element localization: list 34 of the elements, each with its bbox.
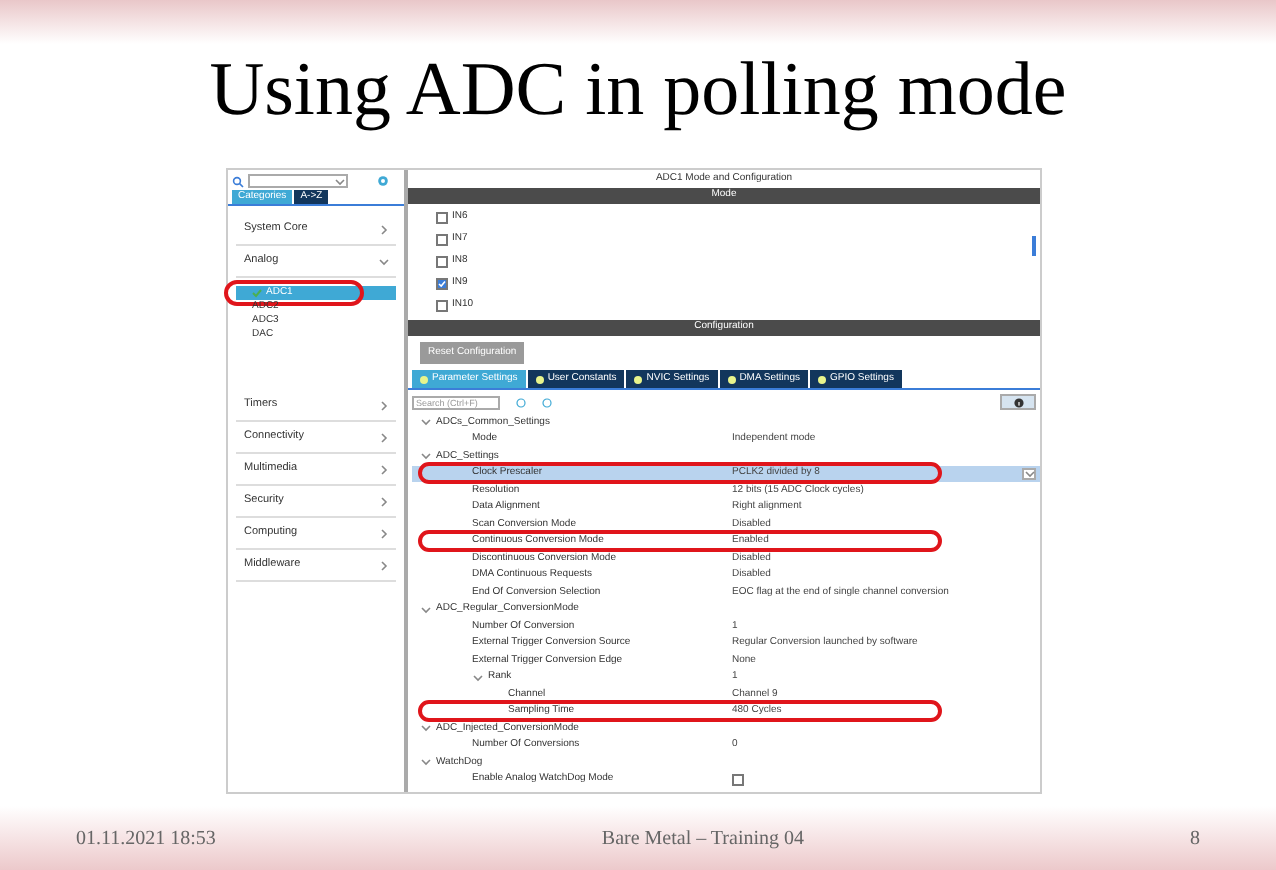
footer-title: Bare Metal – Training 04 xyxy=(601,825,805,853)
chevron-icon[interactable] xyxy=(378,431,390,443)
checkbox[interactable] xyxy=(436,211,448,223)
slide-title: Using ADC in polling mode xyxy=(209,46,1067,136)
dropdown-arrow-icon[interactable] xyxy=(1022,467,1036,480)
circle-icon[interactable] xyxy=(516,397,526,407)
scrollbar-thumb[interactable] xyxy=(1032,236,1036,256)
search-icon xyxy=(232,175,244,187)
chevron-icon[interactable] xyxy=(378,495,390,507)
info-icon xyxy=(1013,397,1023,407)
checkbox[interactable] xyxy=(436,299,448,311)
circle-icon[interactable] xyxy=(542,397,552,407)
gear-icon[interactable] xyxy=(376,174,390,188)
chevron-icon[interactable] xyxy=(378,527,390,539)
chevron-icon[interactable] xyxy=(378,463,390,475)
caret-icon[interactable] xyxy=(334,175,346,187)
chevron-icon[interactable] xyxy=(420,416,432,429)
info-button[interactable] xyxy=(1000,394,1036,410)
page-number: 8 xyxy=(1190,825,1200,853)
checkbox[interactable] xyxy=(436,255,448,267)
chevron-icon[interactable] xyxy=(472,671,484,684)
chevron-icon[interactable] xyxy=(378,255,390,267)
search-dropdown[interactable] xyxy=(248,174,348,188)
chevron-icon[interactable] xyxy=(420,722,432,735)
chevron-icon[interactable] xyxy=(378,223,390,235)
checkbox[interactable] xyxy=(732,773,744,786)
checkbox[interactable] xyxy=(436,277,448,289)
chevron-icon[interactable] xyxy=(420,756,432,769)
footer-date: 01.11.2021 18:53 xyxy=(76,825,216,853)
chevron-icon[interactable] xyxy=(420,450,432,463)
chevron-icon[interactable] xyxy=(420,603,432,616)
chevron-icon[interactable] xyxy=(378,559,390,571)
chevron-icon[interactable] xyxy=(378,399,390,411)
checkbox[interactable] xyxy=(436,233,448,245)
